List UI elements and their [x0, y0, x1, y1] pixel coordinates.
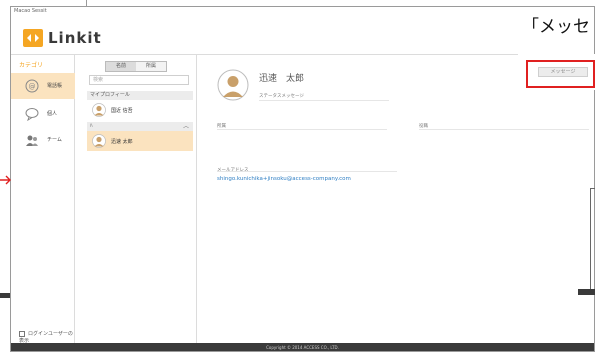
- category-label: 個人: [47, 111, 58, 117]
- contact-name: 迅速 太郎: [111, 139, 133, 145]
- message-button-highlight: メッセージ: [526, 60, 595, 88]
- avatar: [92, 134, 106, 148]
- category-item-team[interactable]: チーム: [11, 127, 75, 153]
- contact-detail-panel: 迅速 太郎 ステータスメッセージ 所属 役職 メールアドレス shingo.ku…: [197, 55, 594, 343]
- annotation-bar: [0, 293, 10, 298]
- chevron-up-icon[interactable]: ︿: [183, 122, 189, 131]
- sort-by-name-tab[interactable]: 名前: [106, 62, 136, 71]
- list-item[interactable]: 国近 信吾: [87, 100, 193, 120]
- section-label: ﾊ: [90, 123, 93, 129]
- divider: [419, 129, 589, 130]
- callout-caption: 「メッセ: [522, 17, 590, 37]
- section-header-my-profile: マイプロフィール: [87, 91, 193, 100]
- avatar: [92, 103, 106, 117]
- title-bar: Macao Sessit: [11, 7, 594, 19]
- contact-name: 国近 信吾: [111, 108, 133, 114]
- divider: [217, 171, 397, 172]
- divider: [217, 129, 387, 130]
- chat-bubble-icon: [25, 108, 39, 121]
- email-label: メールアドレス: [217, 168, 249, 173]
- show-login-user-toggle[interactable]: ログインユーザーの表示: [19, 330, 74, 344]
- category-label: 電話帳: [47, 83, 63, 89]
- status-message-label: ステータスメッセージ: [259, 94, 304, 99]
- address-book-icon: @: [25, 79, 39, 93]
- email-link[interactable]: shingo.kunichika+jinsoku@access-company.…: [217, 176, 351, 182]
- svg-text:@: @: [29, 83, 36, 91]
- list-item-selected[interactable]: 迅速 太郎: [87, 131, 193, 151]
- brand-name: Linkit: [48, 29, 102, 47]
- arrow-right-icon: [0, 175, 11, 185]
- linkit-logo-icon: [23, 29, 43, 47]
- section-header-index[interactable]: ﾊ ︿: [87, 122, 193, 131]
- avatar: [217, 69, 249, 101]
- contact-list-column: 名前 所属 検索 マイプロフィール 国近 信吾 ﾊ ︿ 迅速 太郎: [75, 55, 197, 343]
- divider: [259, 100, 389, 101]
- category-heading: カテゴリ: [19, 62, 44, 69]
- category-item-address-book[interactable]: @ 電話帳: [11, 73, 75, 99]
- annotation-frame: [590, 188, 595, 290]
- category-label: チーム: [47, 137, 62, 143]
- message-button[interactable]: メッセージ: [538, 67, 588, 77]
- app-window: Macao Sessit Linkit カテゴリ @ 電話帳 個人 チーム ログ…: [10, 6, 595, 352]
- annotation-bar: [578, 289, 595, 295]
- sort-by-org-tab[interactable]: 所属: [136, 62, 166, 71]
- copyright-footer: Copyright © 2014 ACCESS CO., LTD.: [11, 343, 594, 351]
- category-item-personal[interactable]: 個人: [11, 101, 75, 127]
- brand-header: Linkit: [11, 21, 594, 55]
- team-icon: [26, 135, 38, 146]
- search-input[interactable]: 検索: [89, 75, 189, 85]
- section-label: マイプロフィール: [90, 92, 130, 98]
- sort-segmented-control: 名前 所属: [105, 61, 167, 72]
- lock-icon: [19, 330, 25, 337]
- window-title: Macao Sessit: [14, 8, 47, 14]
- contact-full-name: 迅速 太郎: [259, 74, 305, 84]
- category-column: カテゴリ @ 電話帳 個人 チーム ログインユーザーの表示: [11, 55, 75, 344]
